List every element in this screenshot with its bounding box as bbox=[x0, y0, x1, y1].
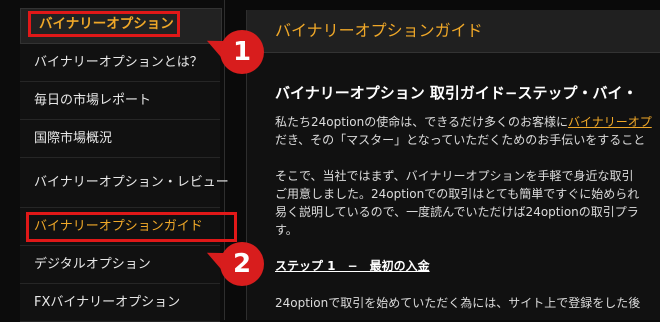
sidebar-item-label: デジタルオプション bbox=[34, 257, 151, 272]
paragraph-text: 易く説明しているので、一度読んでいただけば24optionの取引プラ bbox=[275, 205, 639, 219]
sidebar-item-label: バイナリーオプション・レビュー bbox=[34, 175, 229, 190]
paragraph-3: 24optionで取引を始めていただく為には、サイト上で登録をした後 bbox=[275, 294, 660, 312]
sidebar-item-what-is[interactable]: バイナリーオプションとは？ bbox=[20, 44, 220, 82]
sidebar-item-label: FXバイナリーオプション bbox=[34, 295, 181, 310]
paragraph-text: ご用意しました。24optionでの取引はとても簡単ですぐに始められ bbox=[275, 187, 640, 201]
sidebar-item-label: バイナリーオプションとは？ bbox=[34, 55, 203, 70]
paragraph-2: そこで、当社ではまず、バイナリーオプションを手軽で身近な取引 ご用意しました。2… bbox=[275, 167, 660, 239]
paragraph-1: 私たち24optionの使命は、できるだけ多くのお客様にバイナリーオプ だき、そ… bbox=[275, 113, 660, 149]
sidebar-menu: バイナリーオプションとは？ 毎日の市場レポート 国際市場概況 バイナリーオプショ… bbox=[20, 44, 237, 322]
paragraph-text: だき、その「マスター」となっていただくためのお手伝いをすること bbox=[275, 133, 646, 147]
main-panel: バイナリーオプションガイド バイナリーオプション 取引ガイド−ステップ・バイ・ … bbox=[246, 10, 660, 320]
sidebar-heading[interactable]: バイナリーオプション bbox=[28, 11, 180, 37]
sidebar: バイナリーオプション バイナリーオプションとは？ 毎日の市場レポート 国際市場概… bbox=[0, 0, 237, 322]
article: バイナリーオプション 取引ガイド−ステップ・バイ・ 私たち24optionの使命… bbox=[275, 82, 660, 320]
step-badge-2: 2 bbox=[220, 242, 264, 286]
sidebar-item-global-market[interactable]: 国際市場概況 bbox=[20, 120, 220, 158]
sidebar-item-digital[interactable]: デジタルオプション bbox=[20, 246, 220, 284]
sidebar-item-label: 国際市場概況 bbox=[34, 131, 113, 146]
paragraph-text: そこで、当社ではまず、バイナリーオプションを手軽で身近な取引 bbox=[275, 169, 634, 183]
article-title: バイナリーオプション 取引ガイド−ステップ・バイ・ bbox=[275, 84, 638, 102]
sidebar-item-fx[interactable]: FXバイナリーオプション bbox=[20, 284, 220, 322]
sidebar-item-review[interactable]: バイナリーオプション・レビュー bbox=[20, 158, 229, 208]
step-badge-1: 1 bbox=[220, 30, 264, 74]
paragraph-text: 私たち24optionの使命は、できるだけ多くのお客様に bbox=[275, 115, 568, 129]
page-title: バイナリーオプションガイド bbox=[247, 10, 660, 53]
sidebar-item-daily-report[interactable]: 毎日の市場レポート bbox=[20, 82, 220, 120]
binary-option-link[interactable]: バイナリーオプ bbox=[568, 115, 652, 129]
highlight-box bbox=[26, 212, 237, 242]
step-heading: ステップ 1 − 最初の入金 bbox=[275, 259, 430, 273]
paragraph-text: す。 bbox=[275, 223, 298, 237]
sidebar-item-label: 毎日の市場レポート bbox=[34, 93, 152, 108]
sidebar-item-guide[interactable]: バイナリーオプションガイド bbox=[20, 208, 237, 246]
paragraph-text: 24optionで取引を始めていただく為には、サイト上で登録をした後 bbox=[275, 296, 641, 310]
sidebar-heading-box: バイナリーオプション bbox=[20, 8, 222, 44]
